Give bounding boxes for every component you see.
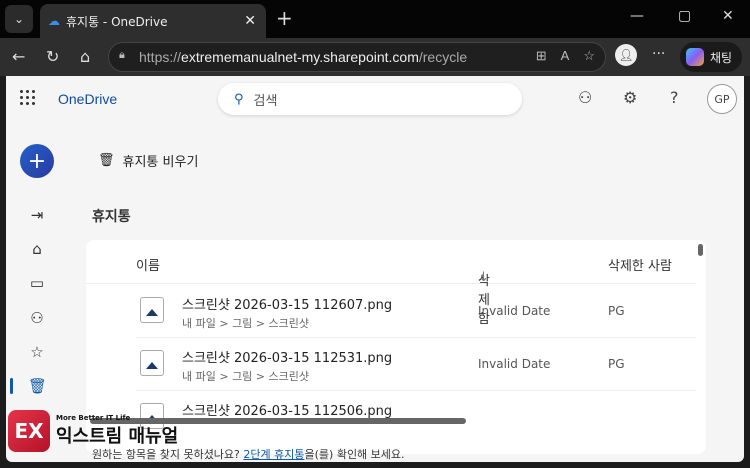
copilot-button[interactable]: 채팅 xyxy=(680,42,742,72)
create-new-button[interactable]: + xyxy=(20,144,54,178)
copilot-label: 채팅 xyxy=(710,50,733,65)
lock-icon: 🔒︎ xyxy=(119,49,125,61)
share-people-icon[interactable]: ⚇ xyxy=(578,88,592,107)
second-stage-recycle-link[interactable]: 2단계 휴지통 xyxy=(243,448,304,461)
title-bar: ⌄ ☁ 휴지통 - OneDrive ✕ + — ▢ ✕ xyxy=(0,0,750,38)
deleted-date: Invalid Date xyxy=(478,357,551,371)
address-bar-row: ← ↻ ⌂ 🔒︎ https://extrememanualnet-my.sha… xyxy=(0,38,750,76)
trash-icon: 🗑︎ xyxy=(98,153,115,168)
favorites-star-icon[interactable]: ☆ xyxy=(28,343,46,361)
onedrive-cloud-icon: ☁ xyxy=(48,14,60,28)
tab-title: 휴지통 - OneDrive xyxy=(66,14,168,29)
profile-icon[interactable]: 👤︎ xyxy=(615,44,637,66)
image-file-icon xyxy=(140,297,164,323)
onedrive-page: OneDrive ⚲ 검색 ⚇ ⚙ ? GP + ⇥ ⌂ ▭ ⚇ ☆ 🗑︎ 🗑︎ 휴… xyxy=(6,76,744,462)
url-path: /recycle xyxy=(418,49,468,65)
logo-mark: EX xyxy=(8,410,50,452)
more-icon[interactable]: ··· xyxy=(652,46,665,62)
deleted-by: PG xyxy=(608,357,625,371)
app-launcher-icon[interactable] xyxy=(20,90,36,106)
sort-arrow-icon: ↓ xyxy=(478,270,489,285)
file-name: 스크린샷 2026-03-15 112531.png xyxy=(182,351,393,366)
url-field[interactable]: 🔒︎ https://extrememanualnet-my.sharepoin… xyxy=(108,42,606,72)
hint-suffix: 을(를) 확인해 보세요. xyxy=(304,448,405,461)
shared-people-icon[interactable]: ⚇ xyxy=(28,309,46,327)
browser-tab[interactable]: ☁ 휴지통 - OneDrive ✕ xyxy=(40,4,266,38)
avatar[interactable]: GP xyxy=(707,84,737,114)
column-deleted-by[interactable]: 삭제한 사람 xyxy=(608,255,672,274)
folder-icon[interactable]: ▭ xyxy=(28,274,46,292)
close-window-icon[interactable]: ✕ xyxy=(722,8,734,24)
column-name[interactable]: 이름 xyxy=(136,255,160,274)
logo-name: 익스트림 매뉴얼 xyxy=(56,426,179,447)
file-name: 스크린샷 2026-03-15 112607.png xyxy=(182,298,393,313)
minimize-icon[interactable]: — xyxy=(630,8,644,24)
vertical-scrollbar[interactable] xyxy=(698,244,703,256)
close-tab-icon[interactable]: ✕ xyxy=(244,13,256,29)
search-icon: ⚲ xyxy=(234,91,244,107)
logo-tagline: More Better IT Life xyxy=(56,414,131,422)
page-title: 휴지통 xyxy=(92,209,131,225)
brand-title[interactable]: OneDrive xyxy=(58,91,117,107)
new-tab-icon[interactable]: + xyxy=(276,6,293,30)
search-input[interactable]: ⚲ 검색 xyxy=(218,83,522,115)
watermark-logo: EX More Better IT Life 익스트림 매뉴얼 xyxy=(8,410,178,452)
read-aloud-icon[interactable]: A xyxy=(561,48,570,64)
file-path: 내 파일 > 그림 > 스크린샷 xyxy=(182,317,309,330)
file-path: 내 파일 > 그림 > 스크린샷 xyxy=(182,370,309,383)
deleted-date: Invalid Date xyxy=(478,304,551,318)
copilot-icon xyxy=(686,48,704,66)
favorite-star-icon[interactable]: ☆ xyxy=(583,48,595,64)
settings-gear-icon[interactable]: ⚙ xyxy=(623,88,637,107)
maximize-icon[interactable]: ▢ xyxy=(678,8,691,24)
deleted-by: PG xyxy=(608,304,625,318)
home-nav-icon[interactable]: ⌂ xyxy=(28,240,46,258)
url-host: extrememanualnet-my.sharepoint.com xyxy=(181,49,419,65)
table-row[interactable]: 스크린샷 2026-03-15 112531.png 내 파일 > 그림 > 스… xyxy=(136,338,696,391)
refresh-icon[interactable]: ↻ xyxy=(46,47,59,66)
help-icon[interactable]: ? xyxy=(670,88,679,107)
sidebar-toggle-icon[interactable]: ⇥ xyxy=(28,206,46,224)
app-available-icon[interactable]: ⊞ xyxy=(536,48,547,64)
table-row[interactable]: 스크린샷 2026-03-15 112607.png 내 파일 > 그림 > 스… xyxy=(136,285,696,338)
active-indicator xyxy=(10,378,13,394)
home-icon[interactable]: ⌂ xyxy=(80,47,90,66)
tab-actions-chevron-icon[interactable]: ⌄ xyxy=(5,5,33,33)
empty-recycle-label: 휴지통 비우기 xyxy=(122,155,199,170)
empty-recycle-bin-button[interactable]: 🗑︎ 휴지통 비우기 xyxy=(98,151,198,170)
recycle-bin-icon[interactable]: 🗑︎ xyxy=(28,377,47,395)
table-header: 이름 삭제함 ↓ 삭제한 사람 xyxy=(86,240,696,327)
file-name: 스크린샷 2026-03-15 112506.png xyxy=(182,404,393,419)
back-icon[interactable]: ← xyxy=(12,47,25,66)
url-prefix: https:// xyxy=(139,49,182,65)
search-placeholder: 검색 xyxy=(253,93,278,109)
app-header: OneDrive ⚲ 검색 ⚇ ⚙ ? GP xyxy=(6,76,744,122)
image-file-icon xyxy=(140,350,164,376)
